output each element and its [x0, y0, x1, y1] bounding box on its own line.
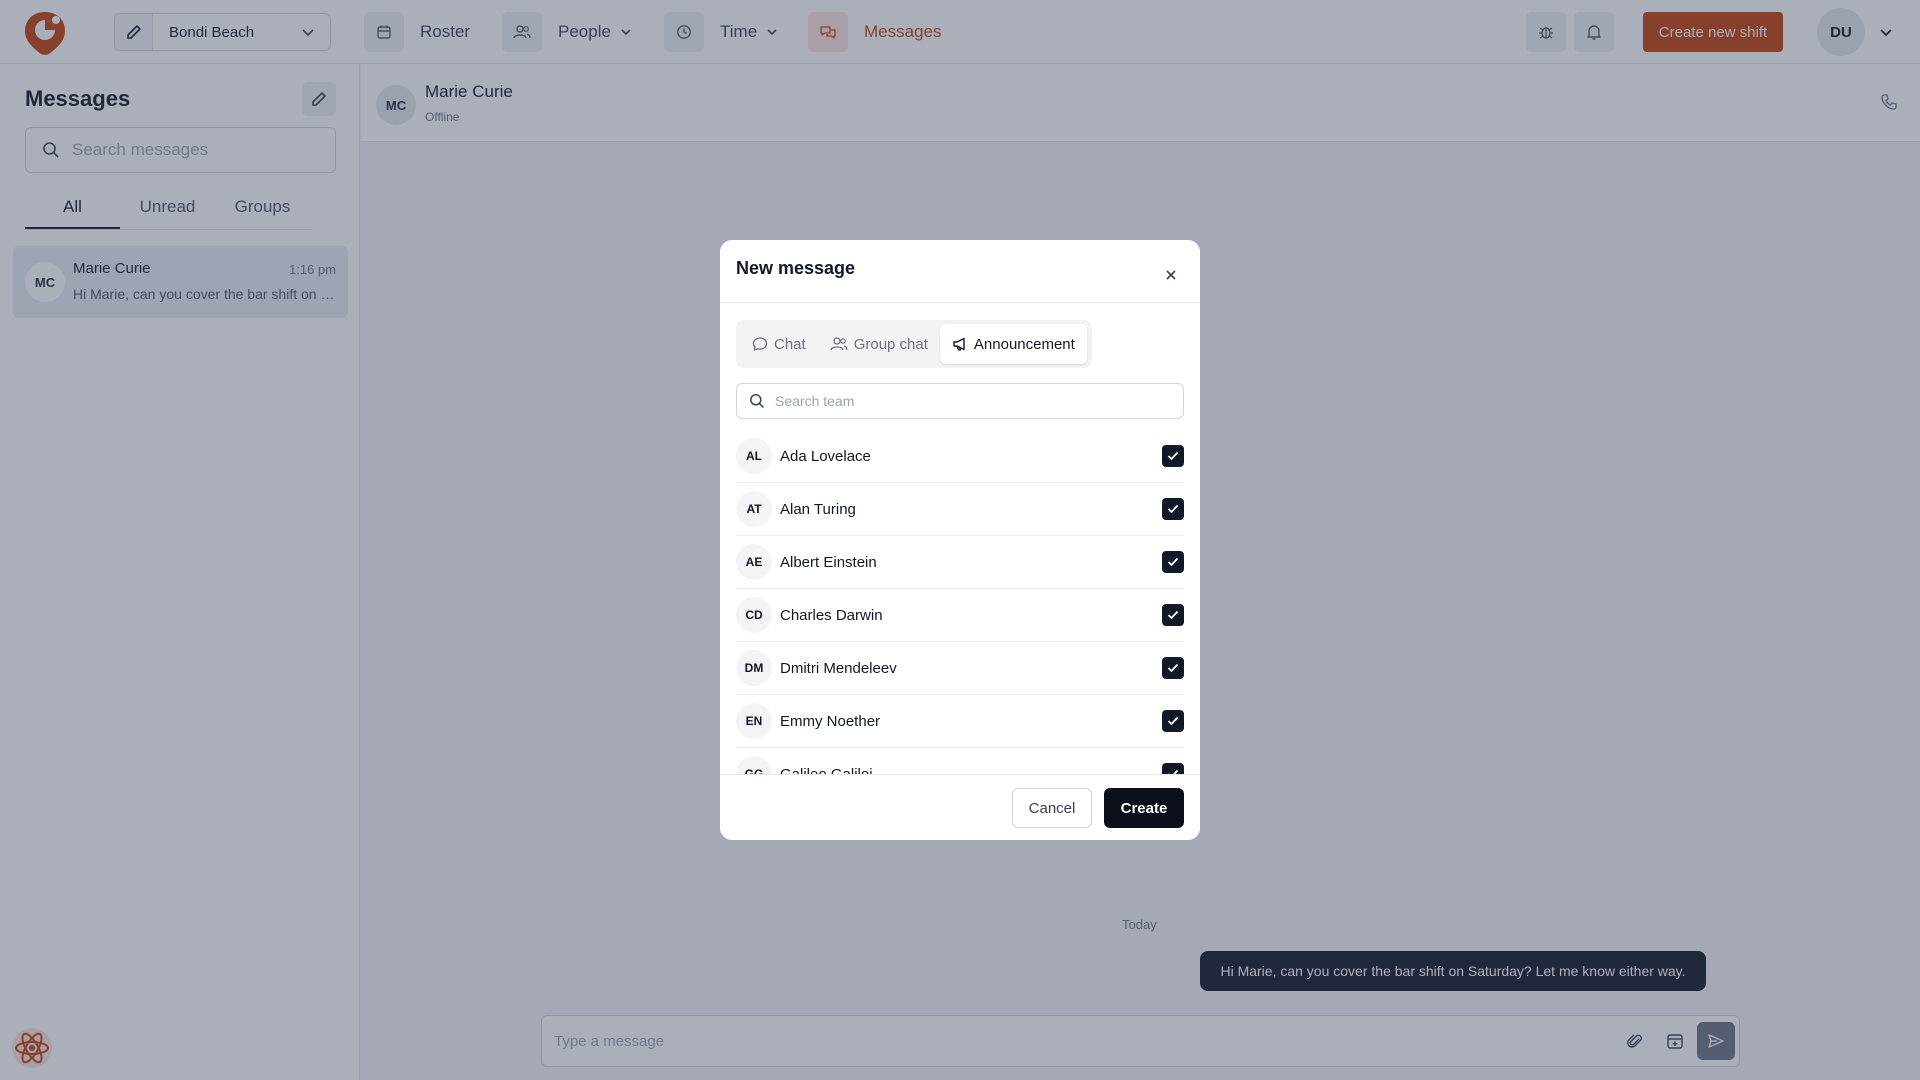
check-icon: [1167, 504, 1179, 514]
avatar: DM: [736, 650, 772, 686]
type-chat[interactable]: Chat: [740, 324, 818, 364]
divider: [720, 302, 1200, 303]
check-icon: [1167, 557, 1179, 567]
list-item[interactable]: CD Charles Darwin: [736, 589, 1184, 642]
member-name: Emmy Noether: [780, 712, 881, 730]
avatar: CD: [736, 597, 772, 633]
member-checkbox[interactable]: [1162, 551, 1184, 573]
avatar: AL: [736, 438, 772, 474]
dialog-title: New message: [736, 258, 856, 278]
member-checkbox[interactable]: [1162, 657, 1184, 679]
member-name: Alan Turing: [780, 500, 856, 518]
avatar: AE: [736, 544, 772, 580]
check-icon: [1167, 716, 1179, 726]
member-checkbox[interactable]: [1162, 445, 1184, 467]
member-name: Charles Darwin: [780, 606, 883, 624]
avatar: EN: [736, 703, 772, 739]
member-name: Ada Lovelace: [780, 447, 871, 465]
message-type-selector: Chat Group chat Announcement: [736, 320, 1092, 368]
list-item[interactable]: AE Albert Einstein: [736, 536, 1184, 589]
check-icon: [1167, 451, 1179, 461]
list-item[interactable]: DM Dmitri Mendeleev: [736, 642, 1184, 695]
search-team-placeholder: Search team: [775, 393, 855, 409]
people-icon: [830, 337, 848, 351]
type-chat-label: Chat: [774, 335, 806, 353]
list-item[interactable]: AT Alan Turing: [736, 483, 1184, 536]
member-checkbox[interactable]: [1162, 604, 1184, 626]
search-team-input[interactable]: Search team: [736, 383, 1184, 419]
team-member-list[interactable]: AL Ada Lovelace AT Alan Turing AE Albert…: [736, 430, 1184, 774]
avatar: AT: [736, 491, 772, 527]
list-item[interactable]: EN Emmy Noether: [736, 695, 1184, 748]
create-button[interactable]: Create: [1104, 788, 1184, 828]
member-name: Galileo Galilei: [780, 765, 873, 775]
cancel-button[interactable]: Cancel: [1012, 788, 1092, 828]
new-message-dialog: New message Chat Group chat Announcement…: [720, 240, 1200, 840]
check-icon: [1167, 610, 1179, 620]
type-group-chat-label: Group chat: [853, 335, 928, 353]
check-icon: [1167, 663, 1179, 673]
search-icon: [750, 394, 765, 409]
list-item[interactable]: AL Ada Lovelace: [736, 430, 1184, 483]
megaphone-icon: [953, 337, 965, 351]
close-icon[interactable]: [1156, 260, 1186, 290]
type-announcement[interactable]: Announcement: [939, 324, 1087, 364]
member-checkbox[interactable]: [1162, 498, 1184, 520]
list-item[interactable]: GG Galileo Galilei: [736, 748, 1184, 774]
member-checkbox[interactable]: [1162, 763, 1184, 774]
member-name: Albert Einstein: [780, 553, 877, 571]
type-announcement-label: Announcement: [973, 335, 1075, 353]
type-group-chat[interactable]: Group chat: [818, 324, 940, 364]
member-name: Dmitri Mendeleev: [780, 659, 897, 677]
member-checkbox[interactable]: [1162, 710, 1184, 732]
divider: [720, 774, 1200, 775]
check-icon: [1168, 769, 1179, 774]
chat-icon: [752, 337, 768, 351]
avatar: GG: [736, 756, 772, 774]
